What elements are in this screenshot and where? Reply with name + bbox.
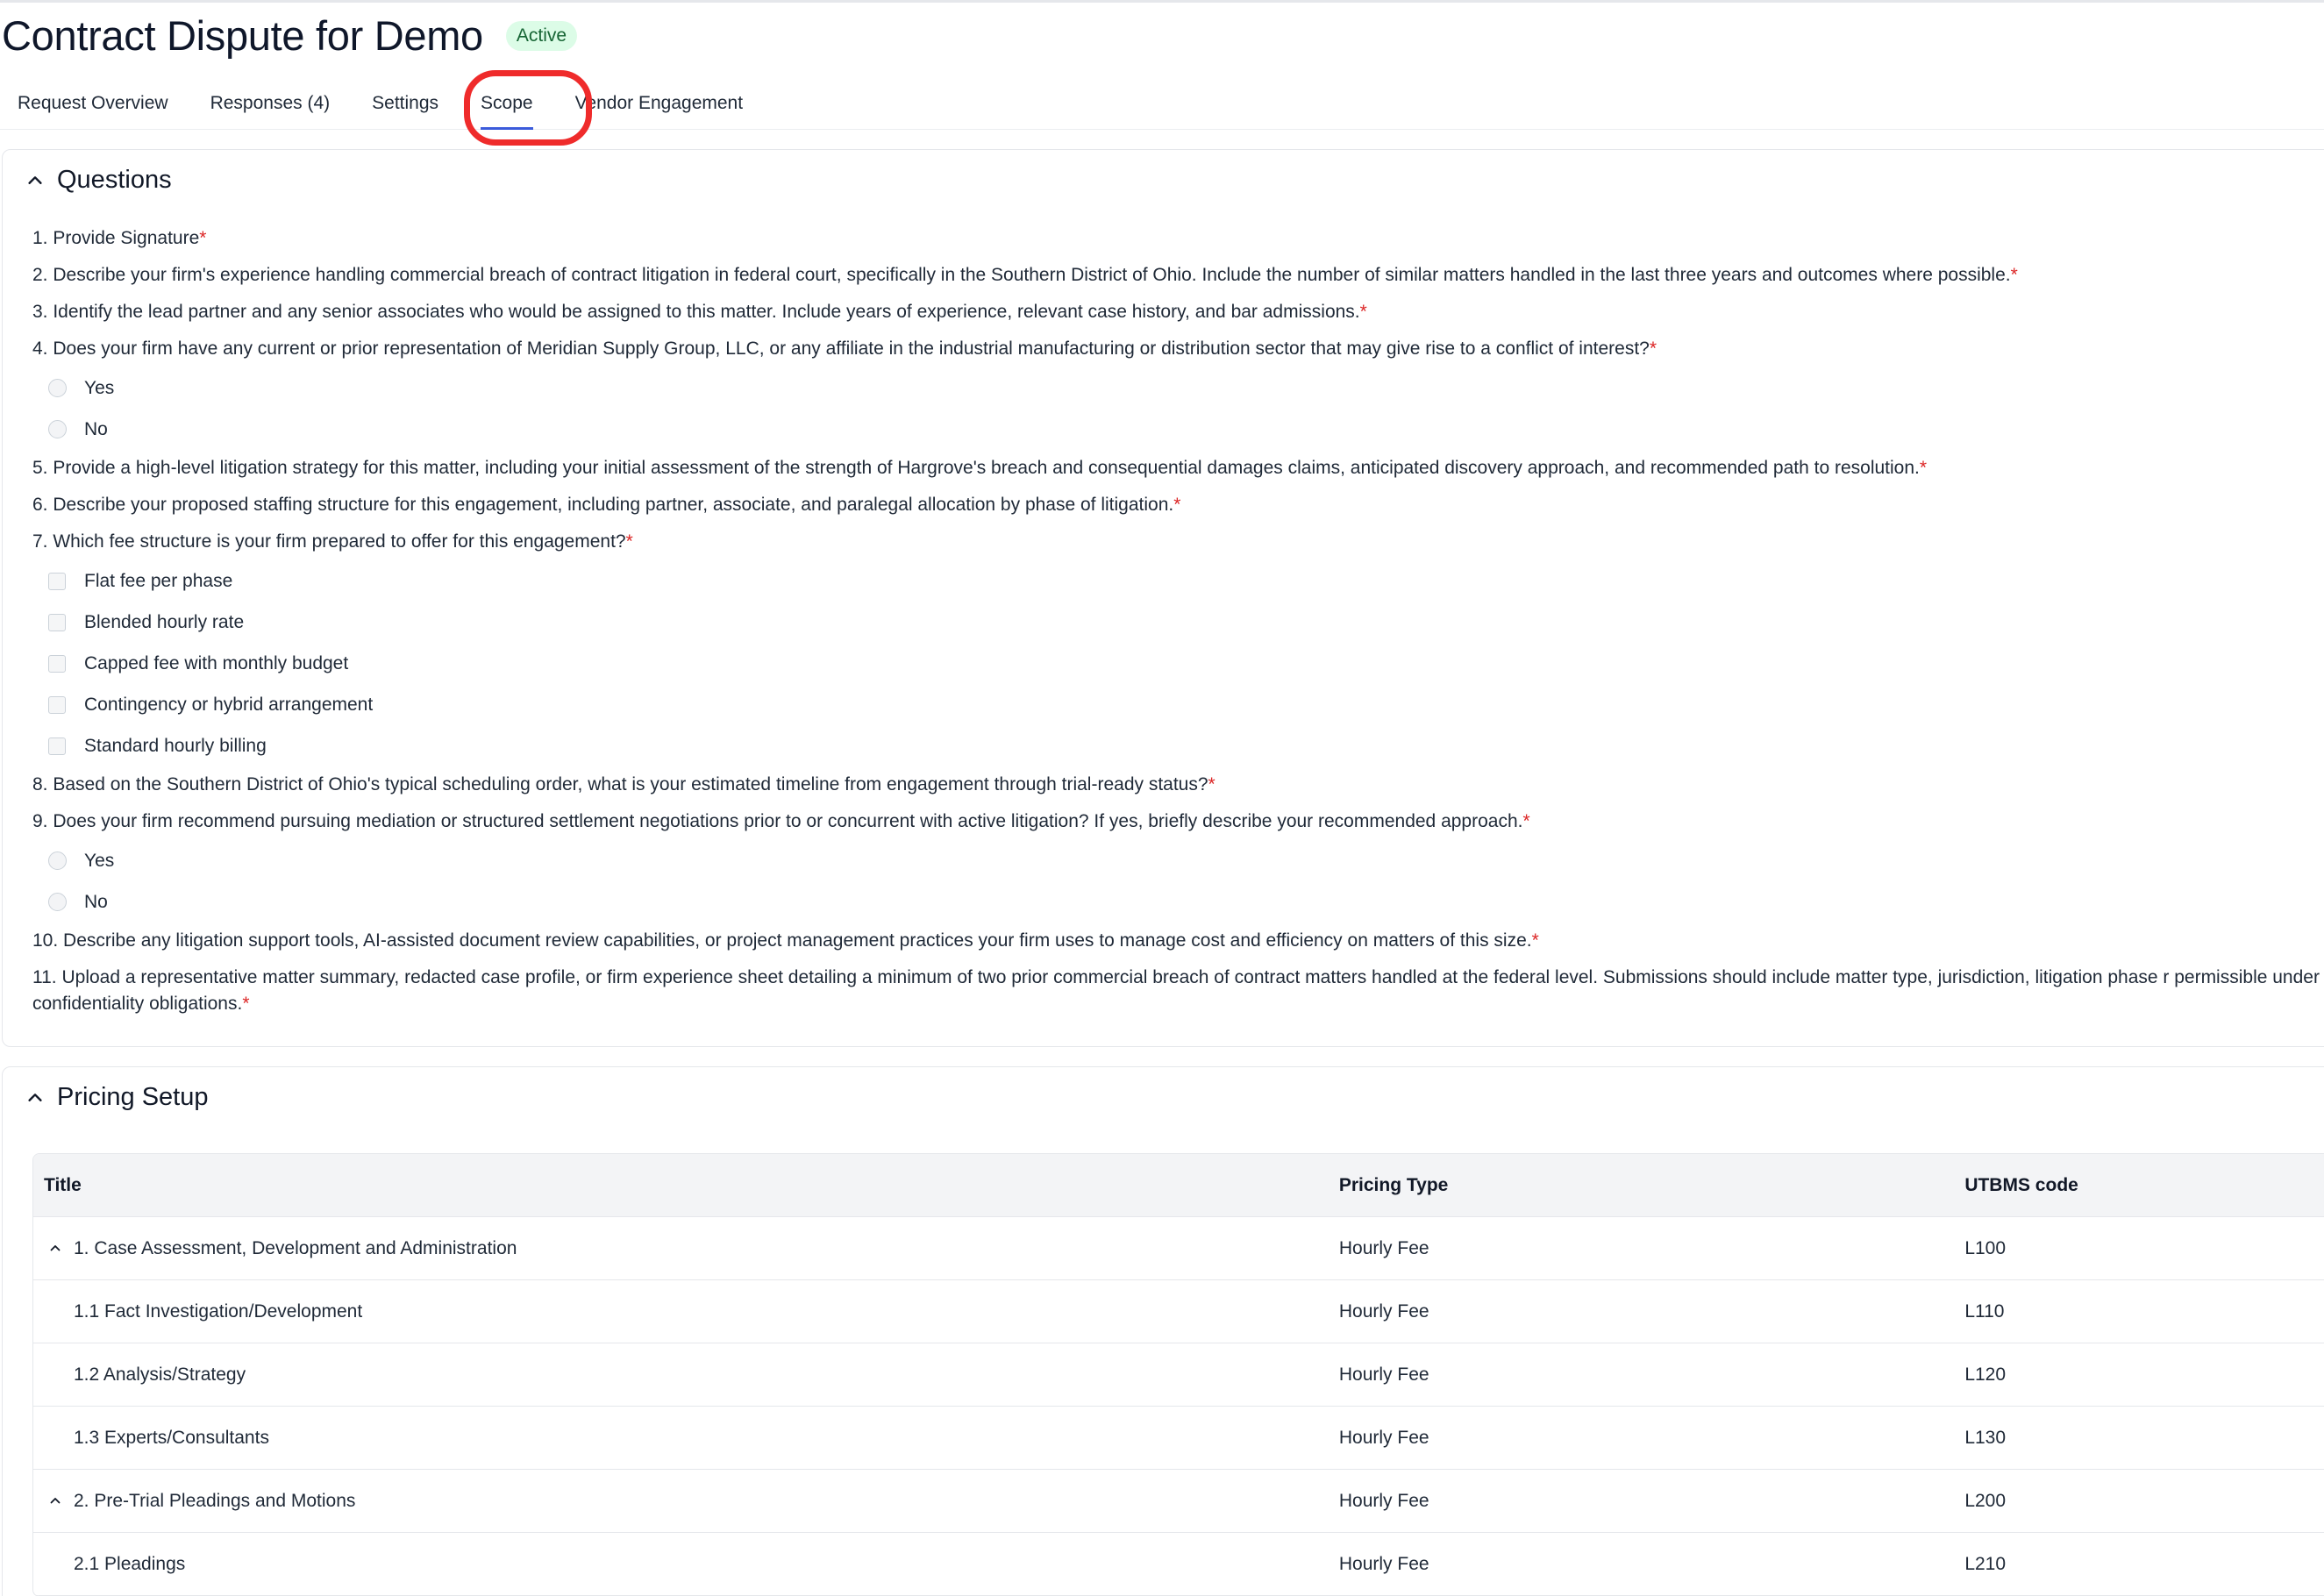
page-title: Contract Dispute for Demo (2, 11, 483, 59)
question-1: 1. Provide Signature* (32, 228, 207, 248)
status-badge: Active (505, 21, 578, 51)
column-header-pricing-type[interactable]: Pricing Type (1339, 1175, 1964, 1196)
questions-list: 1. Provide Signature* 2. Describe your f… (32, 220, 2324, 1017)
required-marker: * (2010, 265, 2018, 285)
row-utbms-code: L120 (1964, 1364, 2007, 1385)
row-utbms-code: L200 (1964, 1490, 2007, 1511)
q9-option-no[interactable]: No (32, 881, 2324, 923)
q4-option-no[interactable]: No (32, 409, 2324, 450)
required-marker: * (242, 994, 250, 1014)
checkbox[interactable] (48, 737, 66, 755)
required-marker: * (1522, 811, 1530, 831)
question-2: 2. Describe your firm's experience handl… (32, 265, 2018, 285)
column-header-utbms[interactable]: UTBMS code (1964, 1175, 2324, 1196)
page-header: Contract Dispute for Demo Active (0, 0, 578, 70)
row-pricing-type: Hourly Fee (1338, 1237, 1429, 1258)
table-row[interactable]: 1.1 Fact Investigation/Development Hourl… (33, 1280, 2324, 1343)
questions-card: Questions 1. Provide Signature* 2. Descr… (2, 149, 2324, 1047)
question-9: 9. Does your firm recommend pursuing med… (32, 811, 1530, 831)
q7-option-blended-hourly[interactable]: Blended hourly rate (32, 602, 2324, 643)
row-utbms-code: L130 (1964, 1427, 2007, 1448)
questions-section-title: Questions (57, 166, 172, 194)
radio-button[interactable] (48, 893, 67, 911)
row-pricing-type: Hourly Fee (1338, 1553, 1429, 1574)
checkbox[interactable] (48, 654, 66, 673)
required-marker: * (1649, 338, 1657, 359)
questions-section-toggle[interactable]: Questions (25, 166, 172, 195)
q7-option-flat-fee[interactable]: Flat fee per phase (32, 560, 2324, 602)
radio-button[interactable] (48, 851, 67, 870)
row-pricing-type: Hourly Fee (1338, 1300, 1429, 1322)
row-title: 2. Pre-Trial Pleadings and Motions (74, 1490, 356, 1511)
chevron-up-icon[interactable] (47, 1493, 63, 1509)
chevron-up-icon (25, 171, 45, 190)
row-pricing-type: Hourly Fee (1338, 1427, 1429, 1448)
chevron-up-icon (25, 1088, 45, 1108)
question-11: 11. Upload a representative matter summa… (32, 967, 2320, 1014)
checkbox[interactable] (48, 695, 66, 714)
row-title: 1.3 Experts/Consultants (74, 1427, 269, 1448)
required-marker: * (1173, 495, 1181, 515)
checkbox[interactable] (48, 572, 66, 590)
required-marker: * (1359, 302, 1367, 322)
radio-button[interactable] (48, 420, 67, 438)
question-4: 4. Does your firm have any current or pr… (32, 338, 1657, 359)
row-pricing-type: Hourly Fee (1338, 1364, 1429, 1385)
row-utbms-code: L110 (1964, 1300, 2005, 1322)
q7-option-standard-hourly[interactable]: Standard hourly billing (32, 725, 2324, 766)
tab-request-overview[interactable]: Request Overview (18, 79, 168, 130)
required-marker: * (1208, 774, 1215, 794)
question-7: 7. Which fee structure is your firm prep… (32, 531, 633, 552)
question-3: 3. Identify the lead partner and any sen… (32, 302, 1367, 322)
row-title: 1.1 Fact Investigation/Development (74, 1300, 363, 1322)
chevron-up-icon[interactable] (47, 1241, 63, 1257)
required-marker: * (625, 531, 633, 552)
row-utbms-code: L210 (1964, 1553, 2007, 1574)
required-marker: * (199, 228, 207, 248)
question-8: 8. Based on the Southern District of Ohi… (32, 774, 1215, 794)
column-header-title[interactable]: Title (33, 1175, 1339, 1196)
table-row[interactable]: 1.3 Experts/Consultants Hourly Fee L130 (33, 1407, 2324, 1470)
tab-bar: Request Overview Responses (4) Settings … (0, 79, 2324, 130)
pricing-section-title: Pricing Setup (57, 1083, 209, 1111)
q7-option-capped-fee[interactable]: Capped fee with monthly budget (32, 643, 2324, 684)
table-row[interactable]: 2. Pre-Trial Pleadings and Motions Hourl… (33, 1470, 2324, 1533)
tab-vendor-engagement[interactable]: Vendor Engagement (575, 79, 743, 130)
question-6: 6. Describe your proposed staffing struc… (32, 495, 1181, 515)
table-row[interactable]: 1. Case Assessment, Development and Admi… (33, 1217, 2324, 1280)
row-title: 2.1 Pleadings (74, 1553, 186, 1574)
question-10: 10. Describe any litigation support tool… (32, 930, 1539, 951)
required-marker: * (1531, 930, 1539, 951)
pricing-table: Title Pricing Type UTBMS code 1. Case As… (32, 1153, 2324, 1596)
table-row[interactable]: 1.2 Analysis/Strategy Hourly Fee L120 (33, 1343, 2324, 1407)
q4-option-yes[interactable]: Yes (32, 367, 2324, 409)
pricing-section-toggle[interactable]: Pricing Setup (25, 1083, 209, 1112)
tab-settings[interactable]: Settings (372, 79, 438, 130)
row-title: 1. Case Assessment, Development and Admi… (74, 1237, 517, 1258)
required-marker: * (1919, 458, 1928, 478)
question-5: 5. Provide a high-level litigation strat… (32, 458, 1928, 478)
row-pricing-type: Hourly Fee (1338, 1490, 1429, 1511)
table-header: Title Pricing Type UTBMS code (33, 1154, 2324, 1217)
table-row[interactable]: 2.1 Pleadings Hourly Fee L210 (33, 1533, 2324, 1596)
radio-button[interactable] (48, 379, 67, 397)
q9-option-yes[interactable]: Yes (32, 840, 2324, 881)
row-utbms-code: L100 (1964, 1237, 2007, 1258)
pricing-setup-card: Pricing Setup Title Pricing Type UTBMS c… (2, 1066, 2324, 1596)
tab-scope[interactable]: Scope (481, 79, 533, 130)
row-title: 1.2 Analysis/Strategy (74, 1364, 246, 1385)
checkbox[interactable] (48, 613, 66, 631)
tab-responses[interactable]: Responses (4) (210, 79, 331, 130)
q7-option-contingency[interactable]: Contingency or hybrid arrangement (32, 684, 2324, 725)
